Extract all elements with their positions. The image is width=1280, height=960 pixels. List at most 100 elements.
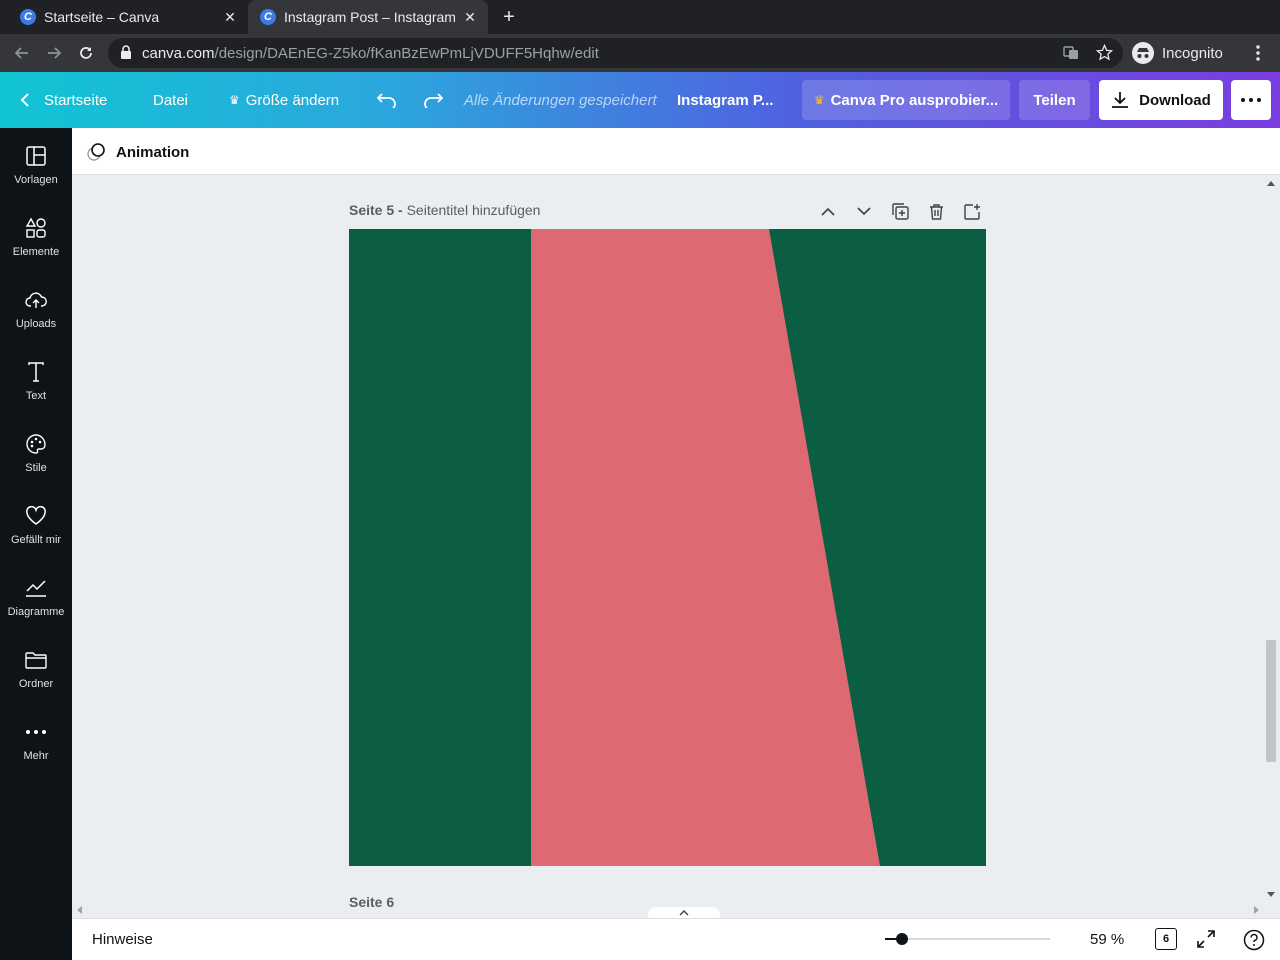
canvas-area[interactable]: Seite 5 - Seitentitel hinzufügen Seite 6 xyxy=(72,176,1280,918)
page-label: Seite 5 - xyxy=(349,202,403,218)
next-page-label: Seite 6 xyxy=(349,894,395,910)
new-tab-icon[interactable]: + xyxy=(498,6,520,28)
incognito-icon xyxy=(1132,42,1154,64)
trash-icon xyxy=(929,203,943,220)
sidebar-item-likes[interactable]: Gefällt mir xyxy=(0,488,72,560)
zoom-level-button[interactable]: 59 % xyxy=(1090,931,1124,948)
download-icon xyxy=(1111,91,1129,109)
more-dots-icon xyxy=(1241,98,1261,102)
help-icon[interactable] xyxy=(1243,929,1265,951)
chevron-down-icon xyxy=(857,206,871,215)
design-page[interactable] xyxy=(349,229,986,866)
page-title-field[interactable]: Seitentitel hinzufügen xyxy=(407,202,541,218)
canva-favicon-icon: C xyxy=(260,9,276,25)
folder-icon xyxy=(24,648,48,672)
sidebar-item-label: Diagramme xyxy=(7,606,65,618)
url-host: canva.com xyxy=(142,45,215,62)
bookmark-star-icon[interactable] xyxy=(1096,44,1113,61)
page-header: Seite 5 - Seitentitel hinzufügen xyxy=(349,202,540,218)
side-panel: Vorlagen Elemente Uploads Text Stile Gef… xyxy=(0,128,72,960)
file-label: Datei xyxy=(153,91,189,109)
animation-button[interactable]: Animation xyxy=(86,140,189,164)
scroll-right-arrow-icon[interactable] xyxy=(1254,906,1260,914)
browser-tab-bar: C Startseite – Canva ✕ C Instagram Post … xyxy=(0,0,1280,34)
sidebar-item-label: Stile xyxy=(25,462,47,474)
sidebar-item-label: Elemente xyxy=(12,246,60,258)
tab-title: Instagram Post – Instagram xyxy=(284,9,456,25)
duplicate-icon xyxy=(891,202,909,220)
animation-label: Animation xyxy=(116,143,190,161)
reload-icon[interactable] xyxy=(74,41,98,65)
heart-icon xyxy=(24,504,48,528)
duplicate-page-button[interactable] xyxy=(889,200,911,222)
browser-tab-startseite[interactable]: C Startseite – Canva ✕ xyxy=(8,0,248,34)
add-page-icon xyxy=(963,203,980,220)
scroll-left-arrow-icon[interactable] xyxy=(76,906,82,914)
share-label: Teilen xyxy=(1033,91,1076,109)
tab-title: Startseite – Canva xyxy=(44,9,160,25)
move-page-down-button[interactable] xyxy=(853,200,875,222)
crown-icon: ♛ xyxy=(229,93,240,107)
lock-icon xyxy=(120,45,132,60)
editor-header: Startseite Datei ♛ Größe ändern Alle Änd… xyxy=(0,72,1280,128)
url-field[interactable]: canva.com/design/DAEnEG-Z5ko/fKanBzEwPmL… xyxy=(108,38,1123,68)
scroll-up-arrow-icon[interactable] xyxy=(1267,180,1275,186)
fullscreen-icon[interactable] xyxy=(1197,930,1215,948)
page-grid-view-button[interactable]: 6 xyxy=(1155,928,1177,950)
profile-label: Incognito xyxy=(1162,44,1223,62)
sidebar-item-elements[interactable]: Elemente xyxy=(0,200,72,272)
sidebar-item-label: Ordner xyxy=(18,678,54,690)
chevron-left-icon xyxy=(20,92,30,108)
move-page-up-button[interactable] xyxy=(817,200,839,222)
sidebar-item-styles[interactable]: Stile xyxy=(0,416,72,488)
url-path: /design/DAEnEG-Z5ko/fKanBzEwPmLjVDUFF5Hq… xyxy=(214,45,599,62)
delete-page-button[interactable] xyxy=(925,200,947,222)
incognito-profile[interactable]: Incognito xyxy=(1132,41,1223,65)
try-canva-pro-button[interactable]: ♛ Canva Pro ausprobier... xyxy=(802,80,1010,120)
design-title[interactable]: Instagram P... xyxy=(677,72,773,128)
templates-icon xyxy=(24,144,48,168)
zoom-slider-handle[interactable] xyxy=(895,933,908,945)
sidebar-item-folders[interactable]: Ordner xyxy=(0,632,72,704)
home-button[interactable]: Startseite xyxy=(20,72,107,128)
close-tab-icon[interactable]: ✕ xyxy=(462,9,478,25)
share-button[interactable]: Teilen xyxy=(1019,80,1090,120)
sidebar-item-label: Gefällt mir xyxy=(10,534,62,546)
text-icon xyxy=(24,360,48,384)
more-dots-icon xyxy=(24,720,48,744)
home-label: Startseite xyxy=(44,91,108,109)
add-page-button[interactable] xyxy=(961,200,983,222)
sidebar-item-text[interactable]: Text xyxy=(0,344,72,416)
undo-icon xyxy=(376,93,396,108)
forward-arrow-icon[interactable] xyxy=(42,41,66,65)
sidebar-item-label: Uploads xyxy=(15,318,57,330)
redo-button[interactable] xyxy=(422,72,444,128)
sidebar-item-more[interactable]: Mehr xyxy=(0,704,72,776)
notes-button[interactable]: Hinweise xyxy=(92,931,153,948)
sidebar-item-label: Text xyxy=(25,390,47,402)
undo-button[interactable] xyxy=(376,72,398,128)
vertical-scrollbar-thumb[interactable] xyxy=(1266,640,1276,762)
translate-icon[interactable] xyxy=(1063,45,1079,61)
animation-icon xyxy=(86,143,106,161)
more-options-button[interactable] xyxy=(1231,80,1271,120)
browser-tab-instagram-post[interactable]: C Instagram Post – Instagram ✕ xyxy=(248,0,488,34)
close-tab-icon[interactable]: ✕ xyxy=(222,9,238,25)
upload-cloud-icon xyxy=(24,288,48,312)
download-label: Download xyxy=(1139,91,1211,109)
download-button[interactable]: Download xyxy=(1099,80,1223,120)
browser-menu-icon[interactable] xyxy=(1246,41,1270,65)
browser-address-bar: canva.com/design/DAEnEG-Z5ko/fKanBzEwPmL… xyxy=(0,34,1280,72)
save-status: Alle Änderungen gespeichert xyxy=(464,91,657,109)
sidebar-item-label: Vorlagen xyxy=(14,174,58,186)
sidebar-item-charts[interactable]: Diagramme xyxy=(0,560,72,632)
sidebar-item-templates[interactable]: Vorlagen xyxy=(0,128,72,200)
editor-toolbar: Animation xyxy=(72,128,1280,175)
file-menu-button[interactable]: Datei xyxy=(153,72,188,128)
zoom-slider-track[interactable] xyxy=(885,938,1050,940)
sidebar-item-uploads[interactable]: Uploads xyxy=(0,272,72,344)
chart-icon xyxy=(24,576,48,600)
back-arrow-icon[interactable] xyxy=(10,41,34,65)
scroll-down-arrow-icon[interactable] xyxy=(1267,892,1275,898)
resize-button[interactable]: ♛ Größe ändern xyxy=(229,72,339,128)
